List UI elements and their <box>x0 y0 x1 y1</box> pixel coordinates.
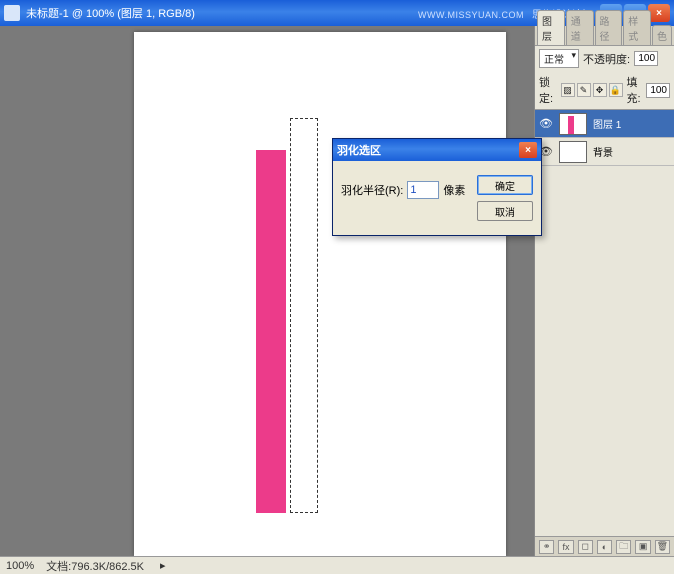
lock-paint-icon[interactable]: ✎ <box>577 83 591 97</box>
feather-dialog: 羽化选区 × 羽化半径(R): 像素 确定 取消 <box>332 138 542 236</box>
lock-move-icon[interactable]: ✥ <box>593 83 607 97</box>
layer-style-icon[interactable]: fx <box>558 540 573 554</box>
zoom-level[interactable]: 100% <box>6 560 34 572</box>
radius-label: 羽化半径(R): <box>341 182 403 198</box>
radius-input[interactable] <box>407 181 439 199</box>
link-layers-icon[interactable]: ⚭ <box>539 540 554 554</box>
opacity-label: 不透明度: <box>583 51 630 67</box>
cancel-button[interactable]: 取消 <box>477 201 533 221</box>
layer-thumbnail[interactable] <box>559 113 587 135</box>
new-layer-icon[interactable]: ▣ <box>635 540 650 554</box>
lock-label: 锁定: <box>539 74 555 106</box>
selection-marquee <box>290 118 318 513</box>
statusbar: 100% 文档:796.3K/862.5K ▸ <box>0 556 674 574</box>
ok-button[interactable]: 确定 <box>477 175 533 195</box>
layers-panel-footer: ⚭ fx ◻ ◐ 🗀 ▣ 🗑 <box>535 536 674 556</box>
dialog-close-button[interactable]: × <box>519 142 537 158</box>
layers-list: 👁 图层 1 👁 背景 <box>535 109 674 166</box>
layer-row[interactable]: 👁 背景 <box>535 138 674 166</box>
doc-size: 796.3K/862.5K <box>71 561 144 573</box>
lock-all-icon[interactable]: 🔒 <box>609 83 623 97</box>
blend-mode-dropdown[interactable]: 正常 <box>539 49 579 68</box>
tab-paths[interactable]: 路径 <box>595 10 623 45</box>
tab-channels[interactable]: 通道 <box>566 10 594 45</box>
adjustment-layer-icon[interactable]: ◐ <box>597 540 612 554</box>
document-canvas[interactable] <box>134 32 506 556</box>
tab-styles[interactable]: 样式 <box>623 10 651 45</box>
app-icon <box>4 5 20 21</box>
delete-layer-icon[interactable]: 🗑 <box>655 540 670 554</box>
close-button[interactable]: × <box>648 4 670 22</box>
doc-label: 文档: <box>46 561 71 573</box>
new-group-icon[interactable]: 🗀 <box>616 540 631 554</box>
url-watermark: WWW.MISSYUAN.COM <box>418 10 524 20</box>
fill-label: 填充: <box>627 74 643 106</box>
radius-unit: 像素 <box>443 182 465 198</box>
layer-row[interactable]: 👁 图层 1 <box>535 110 674 138</box>
fill-input[interactable] <box>646 83 670 98</box>
tab-color[interactable]: 色 <box>652 25 672 45</box>
panel-tabs: 图层 通道 路径 样式 色 <box>535 26 674 46</box>
layer-name: 图层 1 <box>593 116 621 131</box>
visibility-icon[interactable]: 👁 <box>539 117 553 130</box>
dialog-title-text: 羽化选区 <box>337 142 381 158</box>
layers-panel: 图层 通道 路径 样式 色 正常 不透明度: 锁定: ▨ ✎ ✥ 🔒 填充: 👁… <box>534 26 674 556</box>
dialog-titlebar[interactable]: 羽化选区 × <box>333 139 541 161</box>
workspace <box>0 26 534 556</box>
layer-name: 背景 <box>593 144 613 159</box>
layer-thumbnail[interactable] <box>559 141 587 163</box>
lock-transparency-icon[interactable]: ▨ <box>561 83 575 97</box>
layer-mask-icon[interactable]: ◻ <box>578 540 593 554</box>
tab-layers[interactable]: 图层 <box>537 10 565 45</box>
pink-shape <box>256 150 286 513</box>
statusbar-arrow-icon[interactable]: ▸ <box>160 559 166 572</box>
opacity-input[interactable] <box>634 51 658 66</box>
